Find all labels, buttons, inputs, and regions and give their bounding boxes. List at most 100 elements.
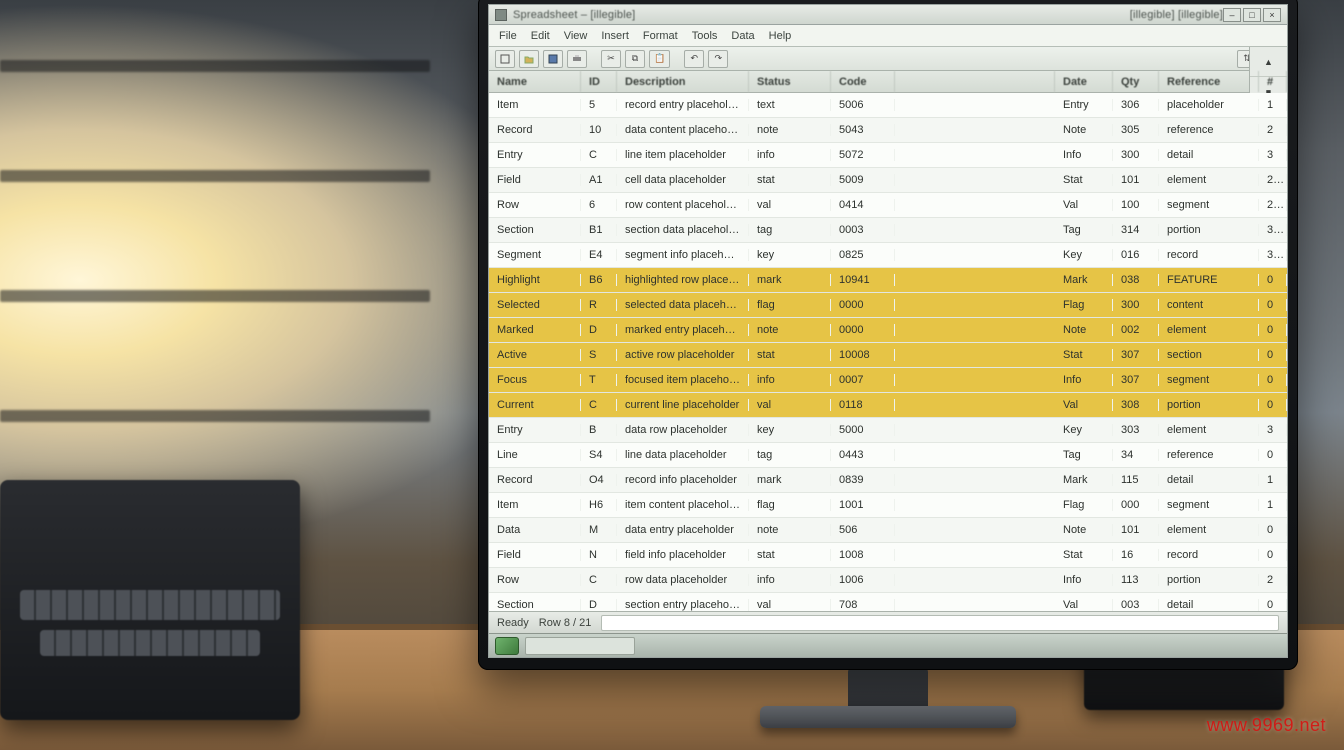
cell[interactable]: 016 xyxy=(1113,249,1159,261)
cell[interactable]: S xyxy=(581,349,617,361)
cell[interactable]: tag xyxy=(749,449,831,461)
cell[interactable]: Info xyxy=(1055,374,1113,386)
cell[interactable]: N xyxy=(581,549,617,561)
menu-data[interactable]: Data xyxy=(731,30,754,42)
table-row[interactable]: SelectedRselected data placeholderflag00… xyxy=(489,293,1287,318)
cell[interactable]: line item placeholder xyxy=(617,149,749,161)
cell[interactable]: portion xyxy=(1159,399,1259,411)
cell[interactable]: Entry xyxy=(489,149,581,161)
cell[interactable]: cell data placeholder xyxy=(617,174,749,186)
col-header-5[interactable]: Code xyxy=(831,71,895,92)
cell[interactable]: A1 xyxy=(581,174,617,186)
cell[interactable]: 300 xyxy=(1113,299,1159,311)
cell[interactable]: 003 xyxy=(1113,599,1159,611)
cell[interactable]: Tag xyxy=(1055,224,1113,236)
cell[interactable]: 0007 xyxy=(831,374,895,386)
menu-insert[interactable]: Insert xyxy=(601,30,629,42)
cell[interactable]: text xyxy=(749,99,831,111)
cell[interactable]: Stat xyxy=(1055,174,1113,186)
menu-view[interactable]: View xyxy=(564,30,588,42)
cell[interactable]: 115 xyxy=(1113,474,1159,486)
cell[interactable]: Section xyxy=(489,599,581,611)
col-header-9[interactable]: # xyxy=(1259,71,1287,92)
cell[interactable]: key xyxy=(749,249,831,261)
col-header-4[interactable]: Status xyxy=(749,71,831,92)
cell[interactable]: 303 xyxy=(1113,424,1159,436)
cell[interactable]: E4 xyxy=(581,249,617,261)
cell[interactable]: Note xyxy=(1055,124,1113,136)
cell[interactable]: 0 xyxy=(1259,349,1287,361)
cell[interactable]: 1 xyxy=(1259,99,1287,111)
cell[interactable]: Val xyxy=(1055,399,1113,411)
cell[interactable]: 10008 xyxy=(831,349,895,361)
cell[interactable]: 0839 xyxy=(831,474,895,486)
cell[interactable]: Row xyxy=(489,574,581,586)
tool-cut-icon[interactable]: ✂ xyxy=(601,50,621,68)
table-row[interactable]: LineS4line data placeholdertag0443Tag34r… xyxy=(489,443,1287,468)
tool-new-icon[interactable] xyxy=(495,50,515,68)
cell[interactable]: B xyxy=(581,424,617,436)
cell[interactable]: 2 xyxy=(1259,574,1287,586)
cell[interactable]: placeholder xyxy=(1159,99,1259,111)
cell[interactable]: 34 xyxy=(1113,449,1159,461)
cell[interactable]: 0 xyxy=(1259,524,1287,536)
cell[interactable]: section xyxy=(1159,349,1259,361)
cell[interactable]: 0000 xyxy=(831,299,895,311)
cell[interactable]: O4 xyxy=(581,474,617,486)
cell[interactable]: segment xyxy=(1159,199,1259,211)
cell[interactable]: Entry xyxy=(1055,99,1113,111)
cell[interactable]: T xyxy=(581,374,617,386)
cell[interactable]: Info xyxy=(1055,149,1113,161)
table-row[interactable]: ActiveSactive row placeholderstat10008St… xyxy=(489,343,1287,368)
cell[interactable]: 307 xyxy=(1113,374,1159,386)
cell[interactable]: 100 xyxy=(1113,199,1159,211)
cell[interactable]: 307 xyxy=(1113,349,1159,361)
cell[interactable]: Marked xyxy=(489,324,581,336)
taskbar-item[interactable] xyxy=(525,637,635,655)
cell[interactable]: H6 xyxy=(581,499,617,511)
cell[interactable]: focused item placeholder xyxy=(617,374,749,386)
cell[interactable]: Note xyxy=(1055,324,1113,336)
table-row[interactable]: EntryCline item placeholderinfo5072Info3… xyxy=(489,143,1287,168)
menu-help[interactable]: Help xyxy=(769,30,792,42)
cell[interactable]: element xyxy=(1159,174,1259,186)
cell[interactable]: current line placeholder xyxy=(617,399,749,411)
cell[interactable]: C xyxy=(581,149,617,161)
cell[interactable]: Current xyxy=(489,399,581,411)
start-button[interactable] xyxy=(495,637,519,655)
cell[interactable]: 5009 xyxy=(831,174,895,186)
cell[interactable]: tag xyxy=(749,224,831,236)
cell[interactable]: 101 xyxy=(1113,524,1159,536)
cell[interactable]: D xyxy=(581,599,617,611)
cell[interactable]: 3 xyxy=(1259,424,1287,436)
cell[interactable]: val xyxy=(749,399,831,411)
minimize-button[interactable]: – xyxy=(1223,8,1241,22)
maximize-button[interactable]: □ xyxy=(1243,8,1261,22)
table-row[interactable]: HighlightB6highlighted row placeholderma… xyxy=(489,268,1287,293)
cell[interactable]: 1006 xyxy=(831,574,895,586)
cell[interactable]: 1001 xyxy=(831,499,895,511)
cell[interactable]: record entry placeholder xyxy=(617,99,749,111)
table-row[interactable]: FocusTfocused item placeholderinfo0007In… xyxy=(489,368,1287,393)
cell[interactable]: 101 xyxy=(1113,174,1159,186)
table-row[interactable]: Record10data content placeholdernote5043… xyxy=(489,118,1287,143)
cell[interactable]: 10941 xyxy=(831,274,895,286)
cell[interactable]: Mark xyxy=(1055,474,1113,486)
cell[interactable]: note xyxy=(749,524,831,536)
cell[interactable]: Item xyxy=(489,99,581,111)
col-header-2[interactable]: ID xyxy=(581,71,617,92)
cell[interactable]: element xyxy=(1159,424,1259,436)
cell[interactable]: 5072 xyxy=(831,149,895,161)
cell[interactable]: Key xyxy=(1055,424,1113,436)
cell[interactable]: C xyxy=(581,399,617,411)
cell[interactable]: 506 xyxy=(831,524,895,536)
cell[interactable]: highlighted row placeholder xyxy=(617,274,749,286)
cell[interactable]: 6 xyxy=(581,199,617,211)
table-row[interactable]: Item5record entry placeholdertext5006Ent… xyxy=(489,93,1287,118)
table-row[interactable]: SegmentE4segment info placeholderkey0825… xyxy=(489,243,1287,268)
cell[interactable]: 5043 xyxy=(831,124,895,136)
cell[interactable]: data row placeholder xyxy=(617,424,749,436)
cell[interactable]: 038 xyxy=(1113,274,1159,286)
cell[interactable]: portion xyxy=(1159,224,1259,236)
cell[interactable]: 300 xyxy=(1113,149,1159,161)
